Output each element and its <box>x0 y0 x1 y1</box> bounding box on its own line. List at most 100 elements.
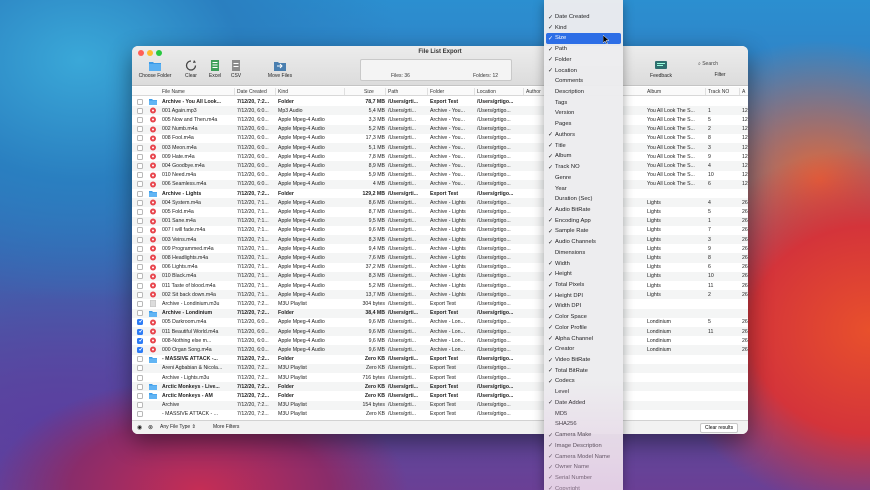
table-row[interactable]: - MASSIVE ATTACK - ... 7/12/20, 7:2... M3U… <box>132 410 748 417</box>
row-checkbox[interactable] <box>137 199 143 206</box>
row-checkbox[interactable] <box>137 282 143 289</box>
row-checkbox[interactable] <box>137 264 143 271</box>
row-checkbox[interactable] <box>137 116 143 123</box>
menu-item-tags[interactable]: Tags <box>544 98 623 109</box>
table-row[interactable]: 004 Goodbye.m4a 7/12/20, 6:0... Apple Mpeg… <box>132 161 748 171</box>
table-row[interactable]: 006 Lights.m4a 7/12/20, 7:1... Apple Mpeg-… <box>132 263 748 272</box>
menu-item-pages[interactable]: Pages <box>544 119 623 130</box>
column-header-track-no[interactable]: Track NO <box>708 89 729 95</box>
column-separator[interactable] <box>344 88 345 95</box>
row-checkbox[interactable] <box>137 245 143 252</box>
table-row[interactable]: 009 Hate.m4a 7/12/20, 6:0... Apple Mpeg-4 … <box>132 152 748 161</box>
menu-item-kind[interactable]: ✓ Kind <box>544 23 623 34</box>
menu-item-duration-sec[interactable]: Duration (Sec) <box>544 194 623 205</box>
menu-item-track-no[interactable]: ✓ Track NO <box>544 162 623 173</box>
feedback-button[interactable]: Feedback <box>646 60 676 79</box>
table-row[interactable]: 002 Numb.m4a 7/12/20, 6:0... Apple Mpeg-4 … <box>132 124 748 134</box>
row-checkbox[interactable] <box>137 411 143 417</box>
choose-folder-button[interactable]: Choose Folder <box>138 60 172 79</box>
table-row[interactable]: Archive - You All Look... 7/12/20, 7:2...… <box>132 97 748 106</box>
row-checkbox[interactable] <box>137 383 143 390</box>
table-row[interactable]: 010 Need.m4a 7/12/20, 6:0... Apple Mpeg-4 … <box>132 171 748 180</box>
menu-item-title[interactable]: ✓ Title <box>544 141 623 152</box>
menu-item-total-pixels[interactable]: ✓ Total Pixels <box>544 280 623 291</box>
table-row[interactable]: Archive - Lights.m3u 7/12/20, 7:2... M3U P… <box>132 373 748 382</box>
table-row[interactable]: 001 Sane.m4a 7/12/20, 7:1... Apple Mpeg-4 … <box>132 216 748 226</box>
table-row[interactable]: - MASSIVE ATTACK -... 7/12/20, 7:2... Fold… <box>132 355 748 364</box>
menu-item-width-dpi[interactable]: ✓ Width DPI <box>544 301 623 312</box>
row-checkbox[interactable] <box>137 346 144 353</box>
menu-item-owner-name[interactable]: ✓ Owner Name <box>544 462 623 473</box>
row-checkbox[interactable] <box>137 402 143 409</box>
menu-item-encoding-app[interactable]: ✓ Encoding App <box>544 216 623 227</box>
menu-item-location[interactable]: ✓ Location <box>544 66 623 77</box>
menu-item-height[interactable]: ✓ Height <box>544 269 623 280</box>
menu-item-year[interactable]: Year <box>544 184 623 195</box>
table-row[interactable]: Archive - Londinium.m3u 7/12/20, 7:2... M3… <box>132 299 748 308</box>
table-row[interactable]: 005 Darkroom.m4a 7/12/20, 6:0... Apple Mpe… <box>132 318 748 327</box>
menu-item-audio-channels[interactable]: ✓ Audio Channels <box>544 237 623 248</box>
menu-item-camera-make[interactable]: ✓ Camera Make <box>544 430 623 441</box>
move-files-button[interactable]: Move Files <box>264 60 296 79</box>
column-separator[interactable] <box>523 88 524 95</box>
column-header-size[interactable]: Size <box>364 89 374 95</box>
table-row[interactable]: 004 System.m4a 7/12/20, 7:1... Apple Mpeg-… <box>132 198 748 208</box>
menu-item-image-description[interactable]: ✓ Image Description <box>544 441 623 452</box>
column-header-kind[interactable]: Kind <box>278 89 288 95</box>
column-header-extra[interactable]: A <box>742 89 745 95</box>
menu-item-md5[interactable]: MD5 <box>544 409 623 420</box>
row-checkbox[interactable] <box>137 181 143 188</box>
row-checkbox[interactable] <box>137 328 144 335</box>
row-checkbox[interactable] <box>137 172 143 179</box>
row-checkbox[interactable] <box>137 236 143 243</box>
menu-item-height-dpi[interactable]: ✓ Height DPI <box>544 291 623 302</box>
menu-item-alpha-channel[interactable]: ✓ Alpha Channel <box>544 334 623 345</box>
filter-button[interactable]: Filter <box>710 72 730 78</box>
search-field[interactable]: ⌕ Search <box>698 61 718 67</box>
column-separator[interactable] <box>474 88 475 95</box>
csv-export-button[interactable]: CSV <box>228 60 244 79</box>
column-separator[interactable] <box>739 88 740 95</box>
table-row[interactable]: Areni Agbabian & Nicola... 7/12/20, 7:2..… <box>132 363 748 373</box>
row-checkbox[interactable] <box>137 98 143 105</box>
table-row[interactable]: 011 Beautiful World.m4a 7/12/20, 6:0... Ap… <box>132 327 748 337</box>
menu-item-sample-rate[interactable]: ✓ Sample Rate <box>544 226 623 237</box>
menu-item-genre[interactable]: Genre <box>544 173 623 184</box>
column-header-location[interactable]: Location <box>477 89 496 95</box>
menu-item-total-bitrate[interactable]: ✓ Total BitRate <box>544 366 623 377</box>
table-row[interactable]: 003 Meon.m4a 7/12/20, 6:0... Apple Mpeg-4 … <box>132 143 748 153</box>
table-row[interactable]: Archive 7/12/20, 7:2... M3U Playlist 154 by… <box>132 400 748 410</box>
menu-item-video-bitrate[interactable]: ✓ Video BitRate <box>544 355 623 366</box>
column-header-author[interactable]: Author <box>526 89 541 95</box>
table-row[interactable]: Archive - Londinium 7/12/20, 7:2... Folder… <box>132 308 748 318</box>
table-row[interactable]: 011 Taste of blood.m4a 7/12/20, 7:1... App… <box>132 281 748 290</box>
column-header-path[interactable]: Path <box>388 89 398 95</box>
file-type-dropdown[interactable]: Any File Type ⇕ <box>157 423 199 432</box>
row-checkbox[interactable] <box>137 300 143 307</box>
menu-item-codecs[interactable]: ✓ Codecs <box>544 376 623 387</box>
table-row[interactable]: 008 Fool.m4a 7/12/20, 6:0... Apple Mpeg-4 … <box>132 134 748 143</box>
row-checkbox[interactable] <box>137 291 143 298</box>
column-header-date-created[interactable]: Date Created <box>237 89 267 95</box>
row-checkbox[interactable] <box>137 227 143 234</box>
column-separator[interactable] <box>234 88 235 95</box>
row-checkbox[interactable] <box>137 107 143 114</box>
menu-item-description[interactable]: Description <box>544 87 623 98</box>
menu-item-audio-bitrate[interactable]: ✓ Audio BitRate <box>544 205 623 216</box>
table-row[interactable]: 000 Organ Song.m4a 7/12/20, 6:0... Apple M… <box>132 345 748 355</box>
row-checkbox[interactable] <box>137 208 143 215</box>
table-row[interactable]: 003 Veins.m4a 7/12/20, 7:1... Apple Mpeg-4… <box>132 235 748 245</box>
menu-item-date-added[interactable]: ✓ Date Added <box>544 398 623 409</box>
clear-button[interactable]: Clear <box>182 60 200 79</box>
more-filters-button[interactable]: More Filters <box>210 423 242 432</box>
table-row[interactable]: 006 Seamless.m4a 7/12/20, 6:0... Apple Mpe… <box>132 179 748 189</box>
column-header-file-name[interactable]: File Name <box>162 89 185 95</box>
menu-item-camera-model-name[interactable]: ✓ Camera Model Name <box>544 452 623 463</box>
menu-item-serial-number[interactable]: ✓ Serial Number <box>544 473 623 484</box>
row-checkbox[interactable] <box>137 365 143 372</box>
scroll-up-arrow-icon[interactable]: ⌃ <box>580 0 585 4</box>
column-separator[interactable] <box>275 88 276 95</box>
column-header-folder[interactable]: Folder <box>430 89 444 95</box>
table-row[interactable]: 001 Again.mp3 7/12/20, 6:0... Mp3 Audio 5,4… <box>132 106 748 116</box>
column-separator[interactable] <box>385 88 386 95</box>
